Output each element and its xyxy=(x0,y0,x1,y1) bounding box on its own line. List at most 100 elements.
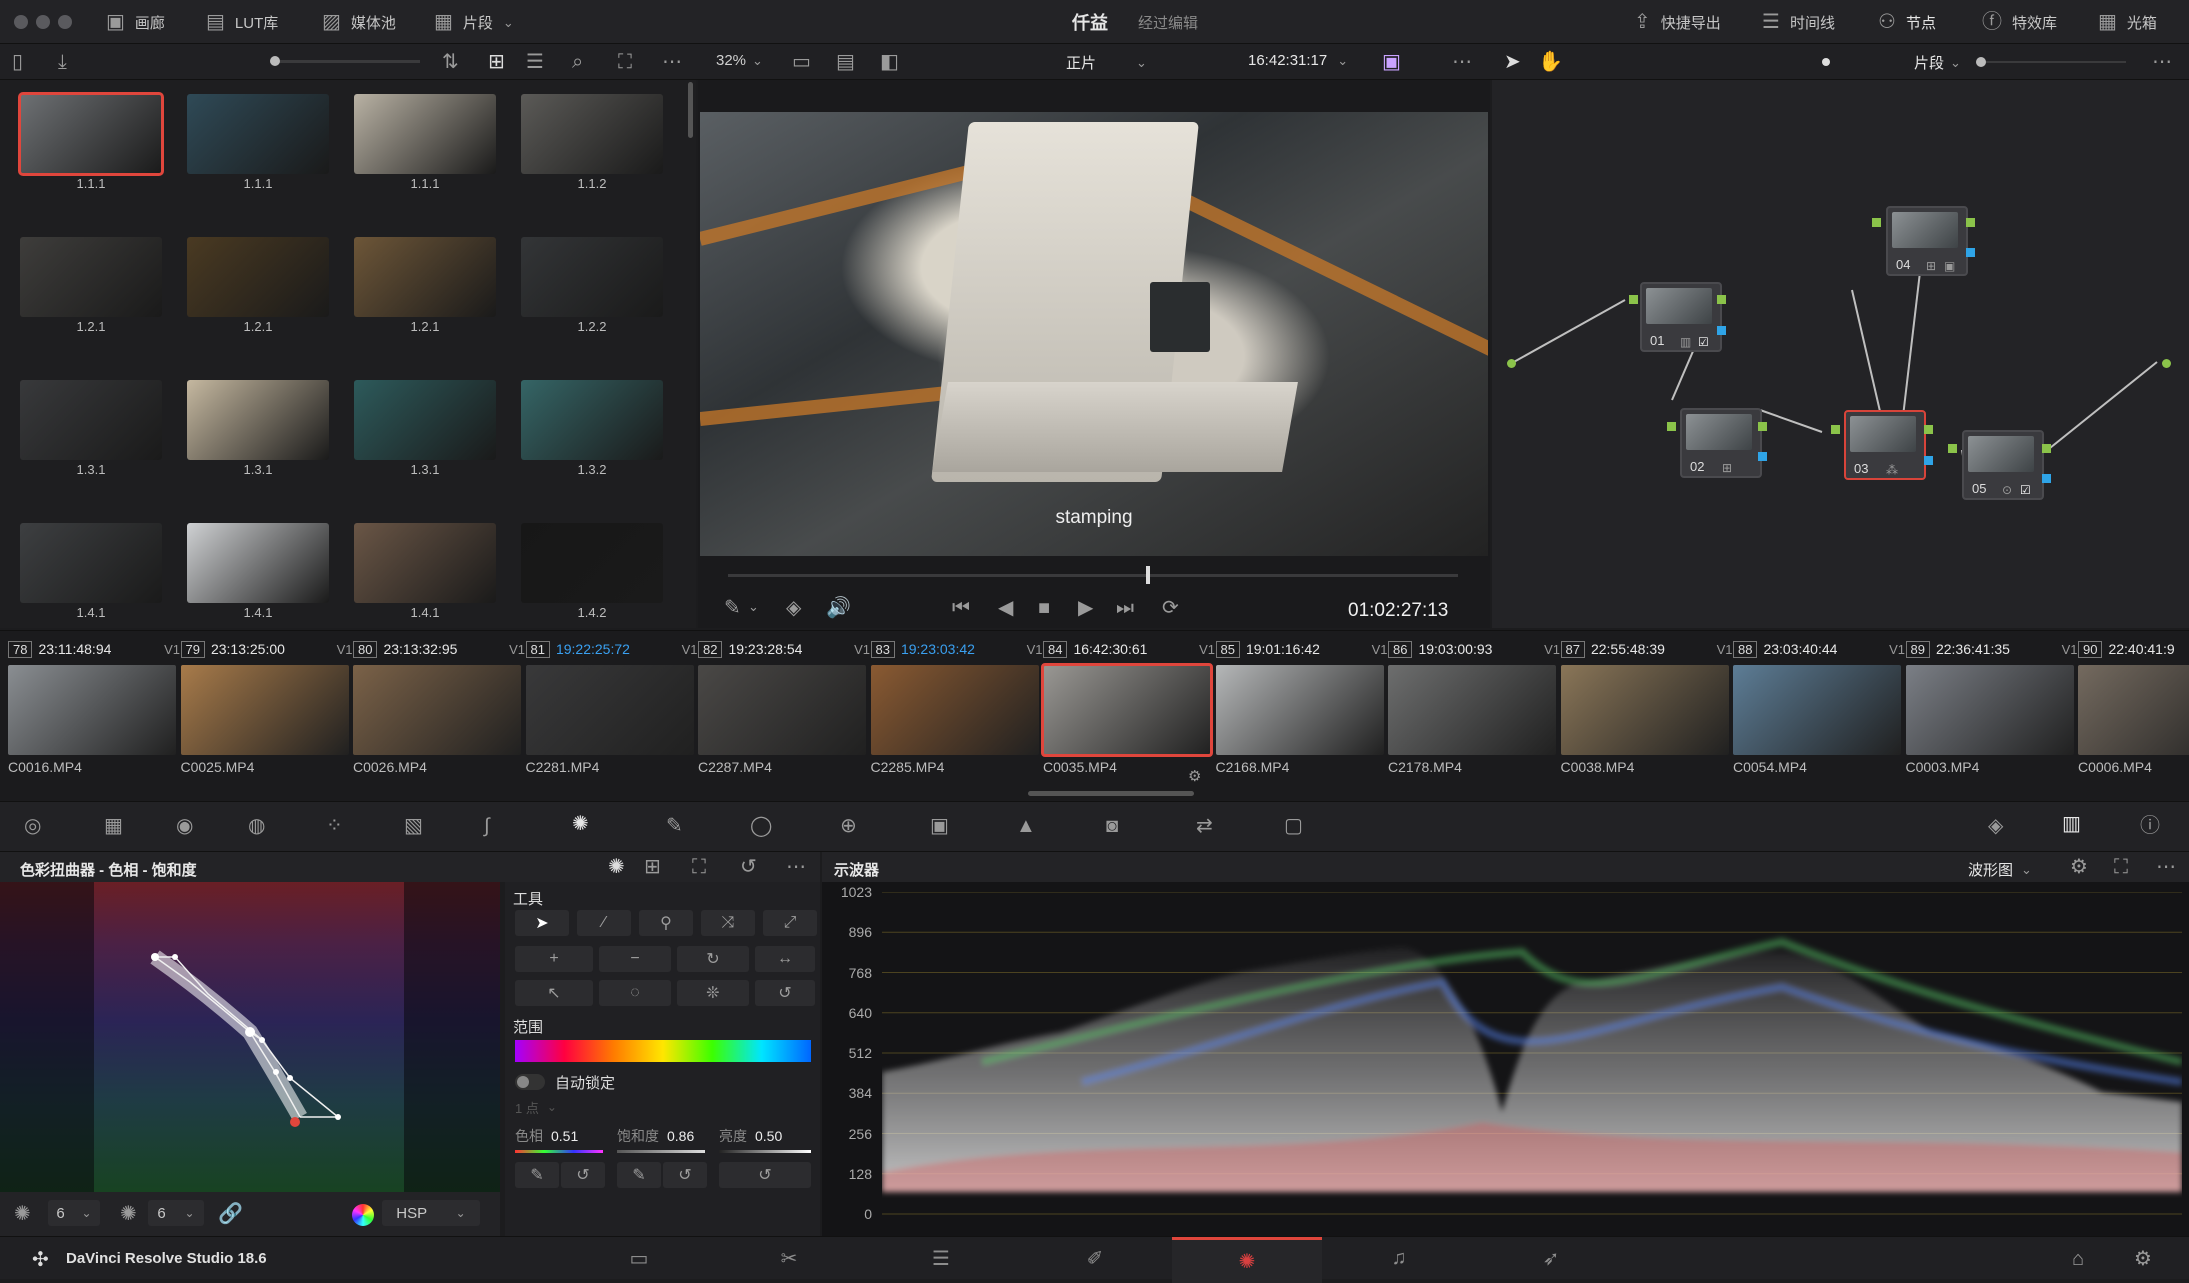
clip-thumbnail[interactable] xyxy=(1733,665,1901,755)
still-thumbnail[interactable] xyxy=(354,523,496,603)
page-cut[interactable]: ✂ xyxy=(714,1237,864,1280)
clip-item[interactable]: 87 22:55:48:39 V1 C0038.MP4 xyxy=(1560,639,1733,775)
scope-settings-icon[interactable]: ⚙ xyxy=(2070,857,2088,877)
qualifier-icon[interactable]: ✎ xyxy=(666,816,683,836)
viewer-mode-select[interactable]: 正片 ⌄ xyxy=(1066,52,1147,73)
node-03[interactable]: 03 ⁂ xyxy=(1844,410,1926,480)
source-input-pin[interactable] xyxy=(1507,359,1516,368)
skip-to-end-icon[interactable]: ⏭ xyxy=(1116,598,1134,618)
scopes-icon[interactable]: ▥ xyxy=(2062,814,2081,834)
stop-icon[interactable]: ■ xyxy=(1038,598,1050,618)
clip-item[interactable]: 82 19:23:28:54 V1 C2287.MP4 xyxy=(698,639,870,775)
page-color[interactable]: ✺ xyxy=(1172,1237,1322,1283)
clip-thumbnail[interactable] xyxy=(353,665,521,755)
clip-item[interactable]: 78 23:11:48:94 V1 C0016.MP4 xyxy=(8,639,180,775)
still-thumbnail[interactable] xyxy=(20,237,162,317)
node-input-pin[interactable] xyxy=(1629,295,1638,304)
gallery-still[interactable]: 1.2.1 xyxy=(352,237,498,334)
pen-tool-button[interactable]: ∕ xyxy=(577,910,631,936)
still-thumbnail[interactable] xyxy=(354,237,496,317)
lightbox-toggle[interactable]: ▦ 光箱 xyxy=(2098,0,2157,44)
clip-thumbnail[interactable] xyxy=(1215,665,1384,755)
node-02[interactable]: 02 ⊞ xyxy=(1680,408,1762,478)
clips-scrollbar[interactable] xyxy=(1028,791,1194,796)
primaries-icon[interactable]: ◉ xyxy=(176,816,193,836)
still-thumbnail[interactable] xyxy=(187,237,329,317)
chevron-down-icon[interactable]: ⌄ xyxy=(748,600,759,613)
menu-media-pool[interactable]: ▨ 媒体池 xyxy=(322,0,396,44)
viewer-layout-icon[interactable]: ▭ xyxy=(792,52,811,72)
node-input-pin[interactable] xyxy=(1948,444,1957,453)
clip-item[interactable]: 84 16:42:30:61 V1 C0035.MP4 xyxy=(1041,639,1215,775)
node-output-pin[interactable] xyxy=(1758,422,1767,431)
gallery-still[interactable]: 1.3.2 xyxy=(519,380,665,477)
wipe-icon[interactable]: ◧ xyxy=(880,52,899,72)
keyframes-icon[interactable]: ◈ xyxy=(1988,816,2003,836)
settings-gear-icon[interactable]: ⚙ xyxy=(2134,1249,2152,1269)
maximize-window-dot[interactable] xyxy=(58,15,72,29)
clip-thumbnail[interactable] xyxy=(1388,665,1556,755)
magic-mask-icon[interactable]: ▣ xyxy=(930,816,949,836)
hue-reset-button[interactable]: ↺ xyxy=(561,1162,605,1188)
play-icon[interactable]: ▶ xyxy=(1078,598,1093,618)
playhead[interactable] xyxy=(1146,566,1150,584)
menu-clips[interactable]: ▦ 片段 ⌄ xyxy=(434,0,514,44)
remove-point-button[interactable]: − xyxy=(599,946,671,972)
color-match-icon[interactable]: ▦ xyxy=(104,816,123,836)
3d-icon[interactable]: ▢ xyxy=(1284,816,1303,836)
still-thumbnail[interactable] xyxy=(187,523,329,603)
node-editor[interactable]: 01 ▥ ☑ 02 ⊞ 03 ⁂ 04 ⊞ ▣ 05 ⊙ ☑ xyxy=(1492,80,2189,628)
node-mode-select[interactable]: 片段 ⌄ xyxy=(1914,52,1961,73)
clip-item[interactable]: 88 23:03:40:44 V1 C0054.MP4 xyxy=(1733,639,1905,775)
luminance-value[interactable]: 亮度 0.50 xyxy=(719,1126,782,1146)
color-wheel-icon[interactable] xyxy=(352,1204,374,1226)
invert-selection-button[interactable]: ◌ xyxy=(599,980,671,1006)
split-view-icon[interactable]: ▤ xyxy=(836,52,855,72)
layers-icon[interactable]: ◈ xyxy=(786,598,801,618)
add-point-button[interactable]: + xyxy=(515,946,593,972)
node-output-pin[interactable] xyxy=(1966,218,1975,227)
node-key-pin[interactable] xyxy=(1717,326,1726,335)
expand-icon[interactable]: ⛶ xyxy=(2114,857,2128,877)
still-thumbnail[interactable] xyxy=(354,380,496,460)
hue-resolution-select[interactable]: 6 ⌄ xyxy=(48,1200,100,1226)
scope-mode-select[interactable]: 波形图 ⌄ xyxy=(1968,859,2032,880)
auto-lock-toggle[interactable] xyxy=(515,1074,545,1090)
chroma-luma-mode-icon[interactable]: ⊞ xyxy=(644,857,661,877)
clip-thumbnail[interactable] xyxy=(8,665,176,755)
sat-picker-button[interactable]: ✎ xyxy=(617,1162,661,1188)
node-zoom-dot[interactable] xyxy=(1822,58,1830,66)
luminance-slider[interactable] xyxy=(719,1150,811,1153)
info-icon[interactable]: ⓘ xyxy=(2140,816,2160,836)
gallery-still[interactable]: 1.2.1 xyxy=(185,237,331,334)
node-04[interactable]: 04 ⊞ ▣ xyxy=(1886,206,1968,276)
clip-thumbnail[interactable] xyxy=(698,665,866,755)
clip-thumbnail[interactable] xyxy=(2078,665,2189,755)
motion-effects-icon[interactable]: ▧ xyxy=(404,816,423,836)
skip-to-start-icon[interactable]: ⏮ xyxy=(952,598,970,618)
page-fairlight[interactable]: ♫ xyxy=(1324,1237,1474,1280)
sidebar-toggle-icon[interactable]: ▯ xyxy=(12,52,23,72)
node-key-pin[interactable] xyxy=(2042,474,2051,483)
node-key-pin[interactable] xyxy=(1758,452,1767,461)
gallery-still[interactable]: 1.1.1 xyxy=(18,92,164,191)
effects-library-toggle[interactable]: ⓕ 特效库 xyxy=(1982,0,2057,44)
zoom-select[interactable]: 32% ⌄ xyxy=(716,52,763,69)
clip-item[interactable]: 79 23:13:25:00 V1 C0025.MP4 xyxy=(180,639,353,775)
sizing-icon[interactable]: ⇄ xyxy=(1196,816,1213,836)
gallery-still[interactable]: 1.2.2 xyxy=(519,237,665,334)
gallery-still[interactable]: 1.3.1 xyxy=(352,380,498,477)
page-fusion[interactable]: ✐ xyxy=(1020,1237,1170,1280)
fullscreen-icon[interactable]: ⛶ xyxy=(618,52,632,72)
clip-item[interactable]: 81 19:22:25:72 V1 C2281.MP4 xyxy=(525,639,698,775)
rgb-mixer-icon[interactable]: ⁘ xyxy=(326,816,343,836)
node-output-pin[interactable] xyxy=(1717,295,1726,304)
node-key-pin[interactable] xyxy=(1924,456,1933,465)
node-output-pin[interactable] xyxy=(2042,444,2051,453)
node-output-pin[interactable] xyxy=(1924,425,1933,434)
sat-resolution-select[interactable]: 6 ⌄ xyxy=(148,1200,204,1226)
hand-tool-icon[interactable]: ✋ xyxy=(1538,52,1563,72)
clip-thumbnail[interactable] xyxy=(870,665,1039,755)
key-icon[interactable]: ◙ xyxy=(1106,816,1118,836)
color-warper-icon[interactable]: ✺ xyxy=(572,814,589,834)
